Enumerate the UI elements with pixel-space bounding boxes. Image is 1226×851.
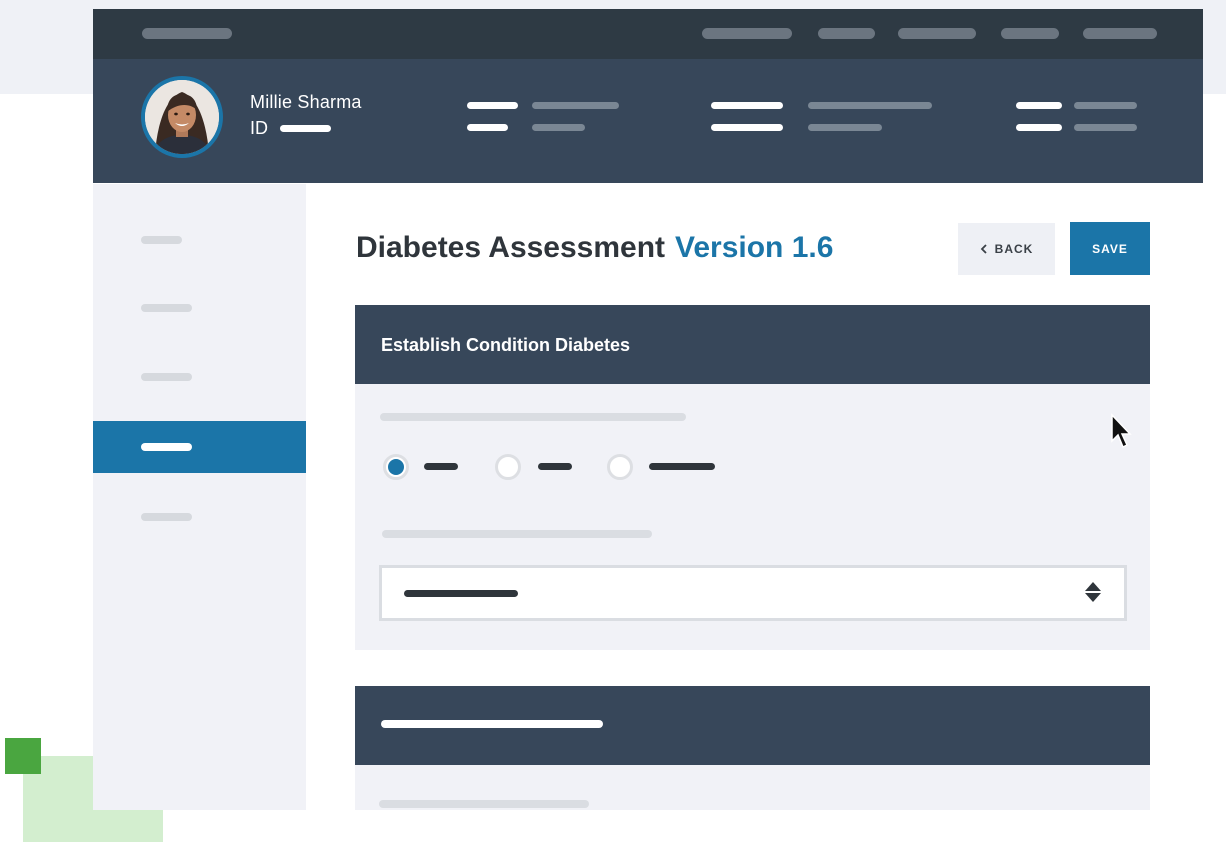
patient-field-label-placeholder xyxy=(711,102,783,109)
top-nav-logo-placeholder[interactable] xyxy=(142,28,232,39)
patient-field-value-placeholder xyxy=(1074,124,1137,131)
page-title: Diabetes Assessment xyxy=(356,231,666,264)
section-2-header xyxy=(355,686,1150,765)
sidebar-item-active[interactable] xyxy=(93,421,306,473)
sidebar-item-label-placeholder xyxy=(141,443,192,451)
person-photo-icon xyxy=(145,80,219,154)
patient-field-value-placeholder xyxy=(808,124,882,131)
select-label-placeholder xyxy=(382,530,652,538)
version-label: Version 1.6 xyxy=(675,231,834,264)
patient-field-label-placeholder xyxy=(1016,124,1062,131)
chevron-left-icon xyxy=(980,244,987,254)
sidebar-item[interactable] xyxy=(141,304,192,312)
patient-avatar xyxy=(141,76,223,158)
avatar-photo xyxy=(145,80,219,154)
mouse-pointer-icon xyxy=(1111,413,1132,449)
section-2-label-placeholder xyxy=(379,800,589,808)
top-nav-link-placeholder[interactable] xyxy=(1001,28,1059,39)
patient-id-value-placeholder xyxy=(280,125,331,132)
patient-field-label-placeholder xyxy=(467,124,508,131)
sidebar-item[interactable] xyxy=(141,373,192,381)
back-button[interactable]: BACK xyxy=(958,223,1055,275)
patient-id-label: ID xyxy=(250,118,268,138)
patient-field-label-placeholder xyxy=(467,102,518,109)
section-2-title-placeholder xyxy=(381,720,603,728)
section-header: Establish Condition Diabetes xyxy=(355,305,1150,384)
top-nav-link-placeholder[interactable] xyxy=(702,28,792,39)
radio-option-1[interactable] xyxy=(383,454,409,480)
select-value-placeholder xyxy=(404,590,518,597)
page-stage: Millie Sharma ID Diabetes Assessment Ver… xyxy=(0,0,1226,851)
radio-option-3[interactable] xyxy=(607,454,633,480)
section-title: Establish Condition Diabetes xyxy=(381,335,631,355)
top-nav-link-placeholder[interactable] xyxy=(898,28,976,39)
patient-field-value-placeholder xyxy=(532,124,585,131)
top-nav-link-placeholder[interactable] xyxy=(818,28,875,39)
save-button[interactable]: SAVE xyxy=(1070,222,1150,275)
decorative-square-dark xyxy=(5,738,41,774)
sidebar-item[interactable] xyxy=(141,236,182,244)
sidebar-item[interactable] xyxy=(141,513,192,521)
question-label-placeholder xyxy=(380,413,686,421)
back-button-label: BACK xyxy=(994,242,1034,256)
radio-option-2[interactable] xyxy=(495,454,521,480)
top-nav xyxy=(93,9,1203,59)
patient-field-value-placeholder xyxy=(1074,102,1137,109)
section-body xyxy=(355,384,1150,650)
patient-name: Millie Sharma xyxy=(250,92,362,112)
updown-arrows-icon xyxy=(1084,580,1102,606)
radio-option-label-placeholder xyxy=(649,463,715,470)
patient-field-label-placeholder xyxy=(1016,102,1062,109)
patient-header: Millie Sharma ID xyxy=(93,59,1203,183)
app-window: Millie Sharma ID Diabetes Assessment Ver… xyxy=(93,9,1203,810)
sidebar xyxy=(93,184,306,810)
radio-option-label-placeholder xyxy=(424,463,458,470)
patient-field-value-placeholder xyxy=(532,102,619,109)
top-nav-link-placeholder[interactable] xyxy=(1083,28,1157,39)
patient-field-value-placeholder xyxy=(808,102,932,109)
radio-option-label-placeholder xyxy=(538,463,572,470)
patient-field-label-placeholder xyxy=(711,124,783,131)
section-2-body xyxy=(355,765,1150,810)
dropdown-select[interactable] xyxy=(379,565,1127,621)
